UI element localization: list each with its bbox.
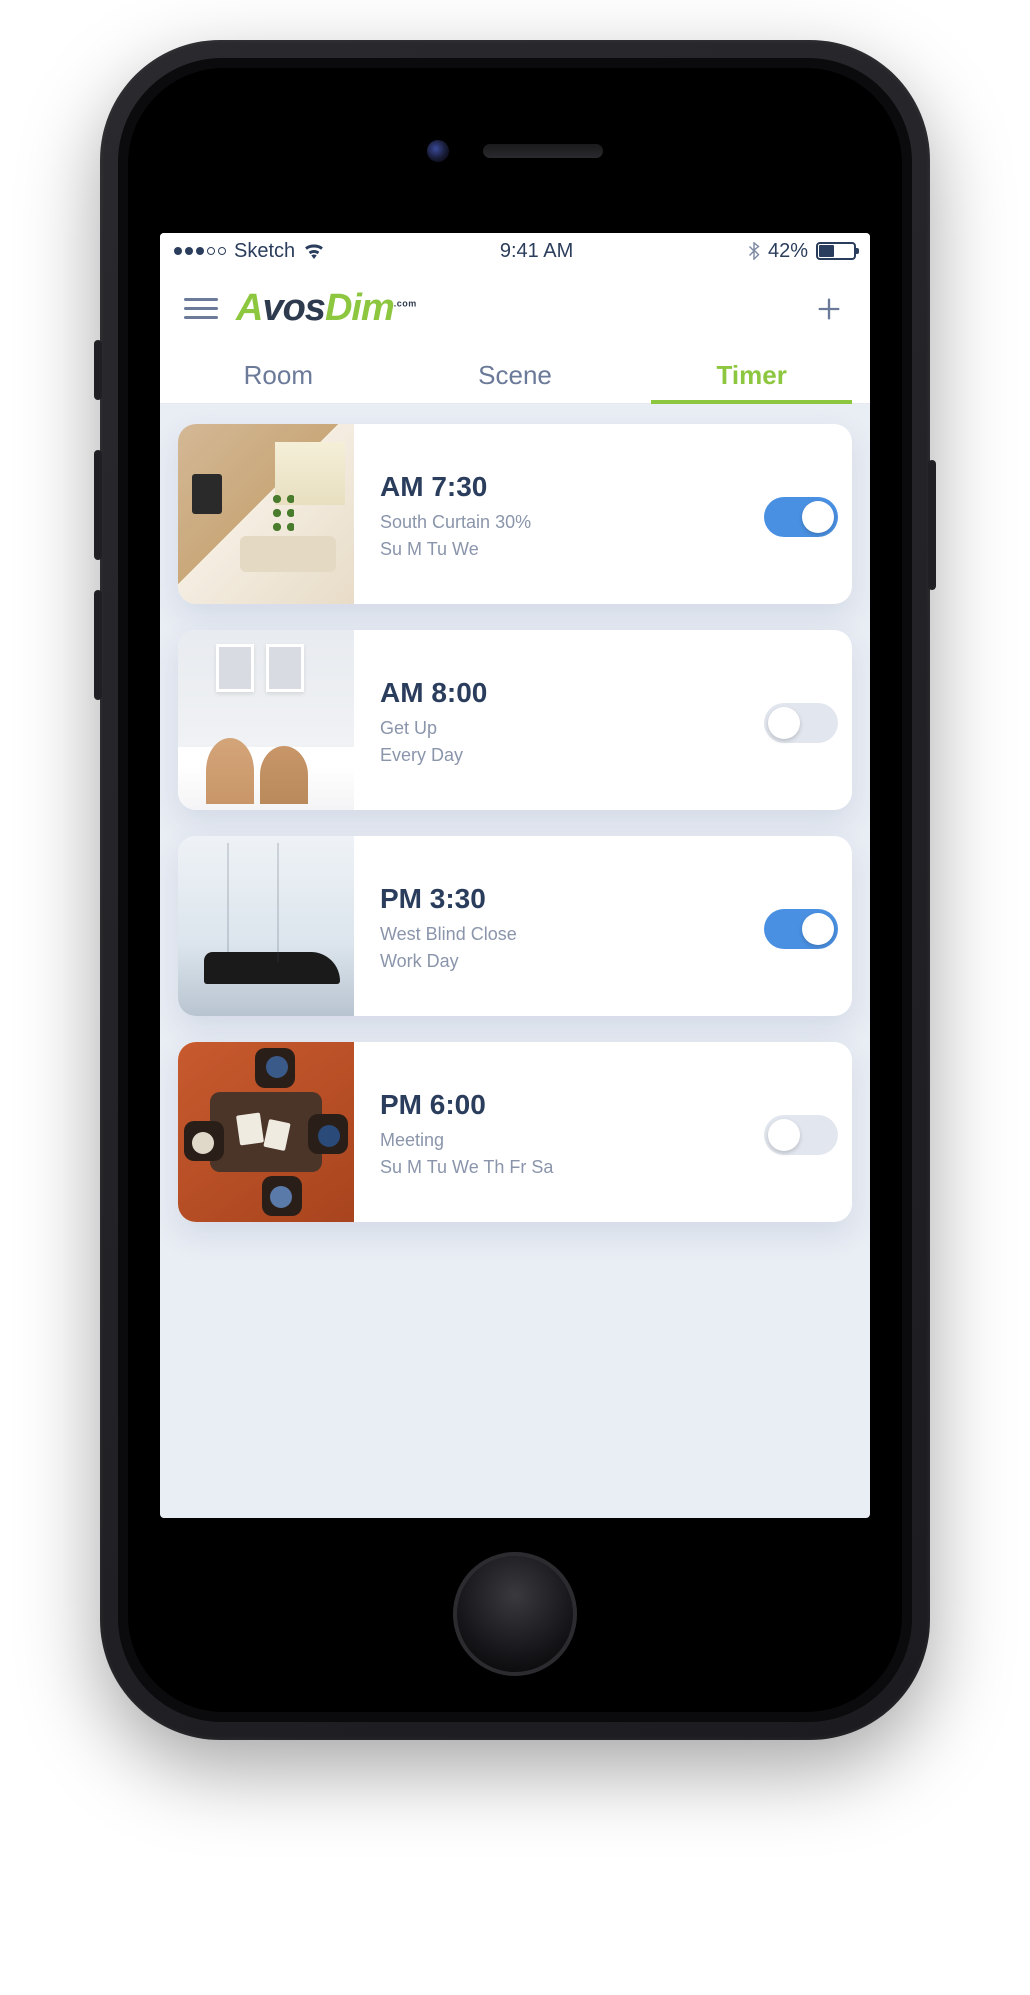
timer-detail: Get Up [380,715,764,742]
tab-scene[interactable]: Scene [397,344,634,403]
phone-hardware-top [128,68,902,233]
screen: Sketch 9:41 AM 42% AvosDim.com [160,233,870,1518]
timer-repeat: Su M Tu We Th Fr Sa [380,1154,764,1181]
carrier-label: Sketch [234,240,295,263]
add-button[interactable] [812,292,846,326]
battery-percent: 42% [768,240,808,263]
timer-repeat: Su M Tu We [380,536,764,563]
timer-time: AM 8:00 [380,677,764,709]
status-bar: Sketch 9:41 AM 42% [160,233,870,269]
timer-repeat: Every Day [380,742,764,769]
earpiece-speaker [483,144,603,158]
timer-time: PM 3:30 [380,883,764,915]
tab-bar: Room Scene Timer [160,344,870,404]
wifi-icon [303,243,325,259]
timer-thumbnail [178,836,354,1016]
timer-detail: West Blind Close [380,921,764,948]
tab-room[interactable]: Room [160,344,397,403]
timer-thumbnail [178,1042,354,1222]
timer-thumbnail [178,630,354,810]
timer-list[interactable]: AM 7:30 South Curtain 30% Su M Tu We [160,404,870,1518]
timer-time: PM 6:00 [380,1089,764,1121]
timer-toggle[interactable] [764,703,838,743]
app-logo: AvosDim.com [236,287,417,330]
timer-toggle[interactable] [764,1115,838,1155]
timer-thumbnail [178,424,354,604]
status-time: 9:41 AM [500,240,573,263]
phone-frame: Sketch 9:41 AM 42% AvosDim.com [100,40,930,1740]
timer-time: AM 7:30 [380,471,764,503]
tab-timer[interactable]: Timer [633,344,870,403]
timer-detail: South Curtain 30% [380,509,764,536]
bluetooth-icon [748,242,760,260]
menu-button[interactable] [184,298,218,319]
timer-card[interactable]: AM 8:00 Get Up Every Day [178,630,852,810]
timer-repeat: Work Day [380,948,764,975]
home-button[interactable] [453,1552,577,1676]
timer-toggle[interactable] [764,909,838,949]
battery-icon [816,242,856,260]
timer-detail: Meeting [380,1127,764,1154]
signal-icon [174,247,226,255]
timer-card[interactable]: PM 6:00 Meeting Su M Tu We Th Fr Sa [178,1042,852,1222]
timer-toggle[interactable] [764,497,838,537]
timer-card[interactable]: AM 7:30 South Curtain 30% Su M Tu We [178,424,852,604]
app-header: AvosDim.com [160,269,870,344]
timer-card[interactable]: PM 3:30 West Blind Close Work Day [178,836,852,1016]
front-camera [427,140,449,162]
